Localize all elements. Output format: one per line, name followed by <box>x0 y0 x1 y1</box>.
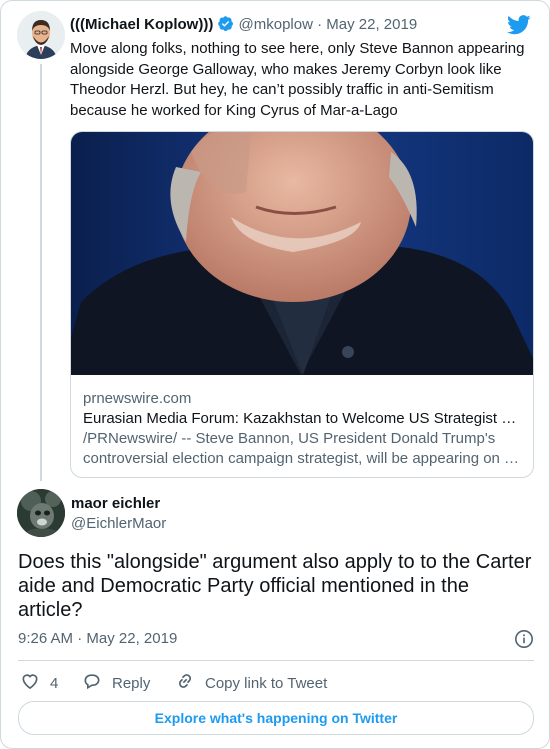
divider <box>18 660 534 661</box>
tweet-text: Does this "alongside" argument also appl… <box>18 551 532 621</box>
explore-twitter-button[interactable]: Explore what's happening on Twitter <box>18 701 534 735</box>
link-icon <box>175 671 205 697</box>
quoted-tweet-date[interactable]: May 22, 2019 <box>326 16 417 33</box>
quoted-tweet-text: Move along folks, nothing to see here, o… <box>70 40 525 119</box>
timestamp-separator: · <box>77 630 83 647</box>
heart-icon <box>20 671 50 697</box>
verified-badge-icon <box>217 15 234 38</box>
info-icon[interactable] <box>514 629 534 655</box>
twitter-bird-icon[interactable] <box>507 15 531 40</box>
like-button[interactable]: 4 <box>20 671 58 697</box>
tweet-date[interactable]: May 22, 2019 <box>86 630 177 647</box>
quoted-author-avatar[interactable] <box>17 11 65 59</box>
link-description: /PRNewswire/ -- Steve Bannon, US Preside… <box>83 430 496 447</box>
copy-link-button[interactable]: Copy link to Tweet <box>175 671 327 697</box>
tweet-time[interactable]: 9:26 AM <box>18 630 73 647</box>
author-avatar[interactable] <box>17 489 65 537</box>
quoted-author-name[interactable]: (((Michael Koplow))) <box>70 16 213 33</box>
link-preview-card[interactable]: prnewswire.com Eurasian Media Forum: Kaz… <box>70 131 534 478</box>
author-name[interactable]: maor eichler <box>71 494 160 514</box>
reply-button[interactable]: Reply <box>82 671 150 697</box>
tweet-embed-card: (((Michael Koplow))) @mkoplow · May 22, … <box>0 0 550 749</box>
link-domain: prnewswire.com <box>83 390 192 407</box>
link-title[interactable]: Eurasian Media Forum: Kazakhstan to Welc… <box>83 409 521 429</box>
copy-link-label: Copy link to Tweet <box>205 675 328 692</box>
reply-icon <box>82 671 112 697</box>
header-separator: · <box>317 16 323 33</box>
thread-connector <box>40 64 42 481</box>
quoted-author-handle[interactable]: @mkoplow <box>239 16 313 33</box>
link-description: controversial election campaign strategi… <box>83 450 520 467</box>
quoted-tweet-header: (((Michael Koplow))) @mkoplow · May 22, … <box>70 15 417 38</box>
author-handle[interactable]: @EichlerMaor <box>71 514 166 534</box>
link-preview-image <box>71 132 533 375</box>
tweet-timestamp[interactable]: 9:26 AM · May 22, 2019 <box>18 629 534 649</box>
like-count: 4 <box>50 675 59 692</box>
reply-label: Reply <box>112 675 151 692</box>
